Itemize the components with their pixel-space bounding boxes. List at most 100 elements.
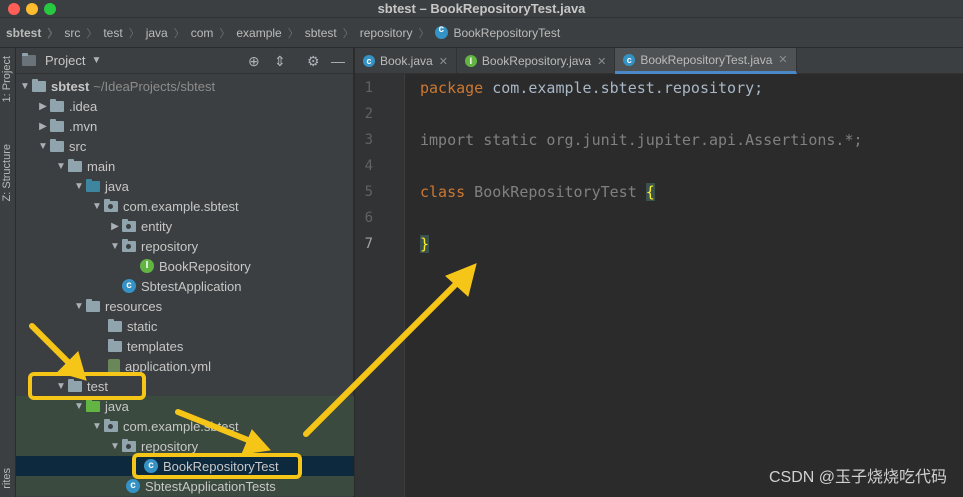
tree-row-sbtest[interactable]: ▼ sbtest ~/IdeaProjects/sbtest [16, 76, 354, 96]
expand-arrow-icon[interactable]: ▼ [72, 401, 86, 412]
line-number: 2 [364, 106, 373, 122]
tab-bookrepositorytest-java[interactable]: c BookRepositoryTest.java ✕ [615, 48, 797, 74]
tree-row-main[interactable]: ▼ main [16, 156, 354, 176]
chevron-down-icon[interactable]: ▼ [91, 55, 101, 66]
package-icon [104, 198, 118, 212]
line-number: 1 [364, 80, 373, 96]
folder-icon [50, 138, 64, 152]
tree-row-application-yml[interactable]: application.yml [16, 356, 354, 376]
tab-book-java[interactable]: c Book.java ✕ [355, 48, 457, 74]
tree-row-test-java[interactable]: ▼ java [16, 396, 354, 416]
code-line-1[interactable]: package com.example.sbtest.repository; [420, 79, 763, 97]
package-icon [122, 438, 136, 452]
expand-arrow-icon[interactable]: ▼ [108, 241, 122, 252]
package-icon [122, 238, 136, 252]
expand-arrow-icon[interactable]: ▼ [108, 441, 122, 452]
code-line-5[interactable]: class BookRepositoryTest { [420, 183, 655, 201]
structure-tool-tab[interactable]: Z: Structure [1, 144, 13, 201]
tree-row-static[interactable]: static [16, 316, 354, 336]
expand-arrow-icon[interactable]: ▼ [90, 201, 104, 212]
tree-row-package[interactable]: ▼ com.example.sbtest [16, 196, 354, 216]
line-number: 6 [364, 210, 373, 226]
project-tool-tab[interactable]: 1: Project [1, 56, 13, 102]
collapsed-arrow-icon[interactable]: ▶ [36, 121, 50, 132]
tree-row-test[interactable]: ▼ test [16, 376, 354, 396]
breadcrumb-item-current[interactable]: BookRepositoryTest [435, 24, 560, 40]
tree-row-sbtestapplicationtests[interactable]: c SbtestApplicationTests [16, 476, 354, 496]
folder-icon [50, 98, 64, 112]
editor-tabs: c Book.java ✕ I BookRepository.java ✕ c Bo… [355, 48, 963, 74]
tree-row-templates[interactable]: templates [16, 336, 354, 356]
tree-row-mvn[interactable]: ▶ .mvn [16, 116, 354, 136]
gear-icon[interactable]: ⚙ [307, 53, 320, 70]
tree-row-sbtestapplication[interactable]: c SbtestApplication [16, 276, 354, 296]
expand-arrow-icon[interactable]: ▼ [90, 421, 104, 432]
project-panel: Project ▼ ⊕ ⇕ ⚙ — ▼ sbtest ~/IdeaProjects/… [16, 48, 354, 497]
close-icon[interactable]: ✕ [439, 55, 448, 68]
window-title: sbtest – BookRepositoryTest.java [377, 1, 586, 16]
tree-row-repository[interactable]: ▼ repository [16, 236, 354, 256]
editor-area: c Book.java ✕ I BookRepository.java ✕ c Bo… [355, 48, 963, 497]
expand-arrow-icon[interactable]: ▼ [72, 301, 86, 312]
expand-arrow-icon[interactable]: ▼ [54, 381, 68, 392]
left-tool-strip: 1: Project Z: Structure rites [0, 48, 16, 497]
module-folder-icon [32, 78, 46, 92]
class-icon: c [126, 479, 140, 493]
class-icon [435, 24, 449, 39]
expand-arrow-icon[interactable]: ▼ [54, 161, 68, 172]
line-number: 3 [364, 132, 373, 148]
test-source-folder-icon [86, 398, 100, 412]
package-icon [122, 218, 136, 232]
breadcrumb-item[interactable]: src 〉 [64, 25, 103, 41]
line-number-gutter: 1 2 3 4 5 6 7 [355, 74, 405, 497]
class-icon: c [623, 53, 636, 66]
tree-row-main-java[interactable]: ▼ java [16, 176, 354, 196]
line-number: 4 [364, 158, 373, 174]
tree-row-src[interactable]: ▼ src [16, 136, 354, 156]
tab-bookrepository-java[interactable]: I BookRepository.java ✕ [457, 48, 616, 74]
expand-arrow-icon[interactable]: ▼ [18, 81, 32, 92]
tree-row-idea[interactable]: ▶ .idea [16, 96, 354, 116]
folder-icon [108, 318, 122, 332]
folder-icon [68, 378, 82, 392]
breadcrumb-item[interactable]: repository 〉 [360, 25, 436, 41]
close-icon[interactable]: ✕ [778, 53, 787, 66]
project-view-selector[interactable]: Project [45, 53, 85, 68]
project-panel-header: Project ▼ ⊕ ⇕ ⚙ — [16, 48, 353, 74]
tree-row-test-repository[interactable]: ▼ repository [16, 436, 354, 456]
close-icon[interactable]: ✕ [597, 55, 606, 68]
expand-arrow-icon[interactable]: ▼ [36, 141, 50, 152]
yaml-file-icon [108, 359, 120, 373]
class-icon: c [363, 55, 375, 67]
breadcrumb-item[interactable]: example 〉 [236, 25, 304, 41]
folder-icon [50, 118, 64, 132]
project-view-icon [22, 53, 36, 66]
spring-class-icon: c [122, 279, 136, 293]
favorites-tool-tab[interactable]: rites [1, 468, 13, 489]
breadcrumb-item[interactable]: java 〉 [146, 25, 191, 41]
hide-panel-icon[interactable]: — [331, 53, 345, 69]
breadcrumb-item[interactable]: test 〉 [103, 25, 145, 41]
tree-row-entity[interactable]: ▶ entity [16, 216, 354, 236]
breadcrumb-item[interactable]: sbtest 〉 [305, 25, 360, 41]
breadcrumb-item[interactable]: sbtest 〉 [6, 25, 64, 41]
code-line-3[interactable]: import static org.junit.jupiter.api.Asse… [420, 131, 863, 149]
collapse-all-icon[interactable]: ⇕ [274, 53, 286, 70]
expand-arrow-icon[interactable]: ▼ [72, 181, 86, 192]
breadcrumb-item[interactable]: com 〉 [191, 25, 237, 41]
class-icon: c [144, 459, 158, 473]
code-line-7[interactable]: } [420, 235, 430, 253]
interface-icon: I [464, 55, 477, 67]
tree-row-bookrepositorytest[interactable]: c BookRepositoryTest [16, 456, 354, 476]
tree-row-resources[interactable]: ▼ resources [16, 296, 354, 316]
locate-icon[interactable]: ⊕ [248, 53, 260, 70]
collapsed-arrow-icon[interactable]: ▶ [36, 101, 50, 112]
tree-row-bookrepository[interactable]: I BookRepository [16, 256, 354, 276]
breadcrumb: sbtest 〉 src 〉 test 〉 java 〉 com 〉 example 〉 s… [0, 18, 963, 48]
interface-icon: I [140, 259, 154, 273]
tree-row-test-package[interactable]: ▼ com.example.sbtest [16, 416, 354, 436]
folder-icon [108, 338, 122, 352]
line-number-current: 7 [364, 236, 373, 252]
folder-icon [68, 158, 82, 172]
collapsed-arrow-icon[interactable]: ▶ [108, 221, 122, 232]
